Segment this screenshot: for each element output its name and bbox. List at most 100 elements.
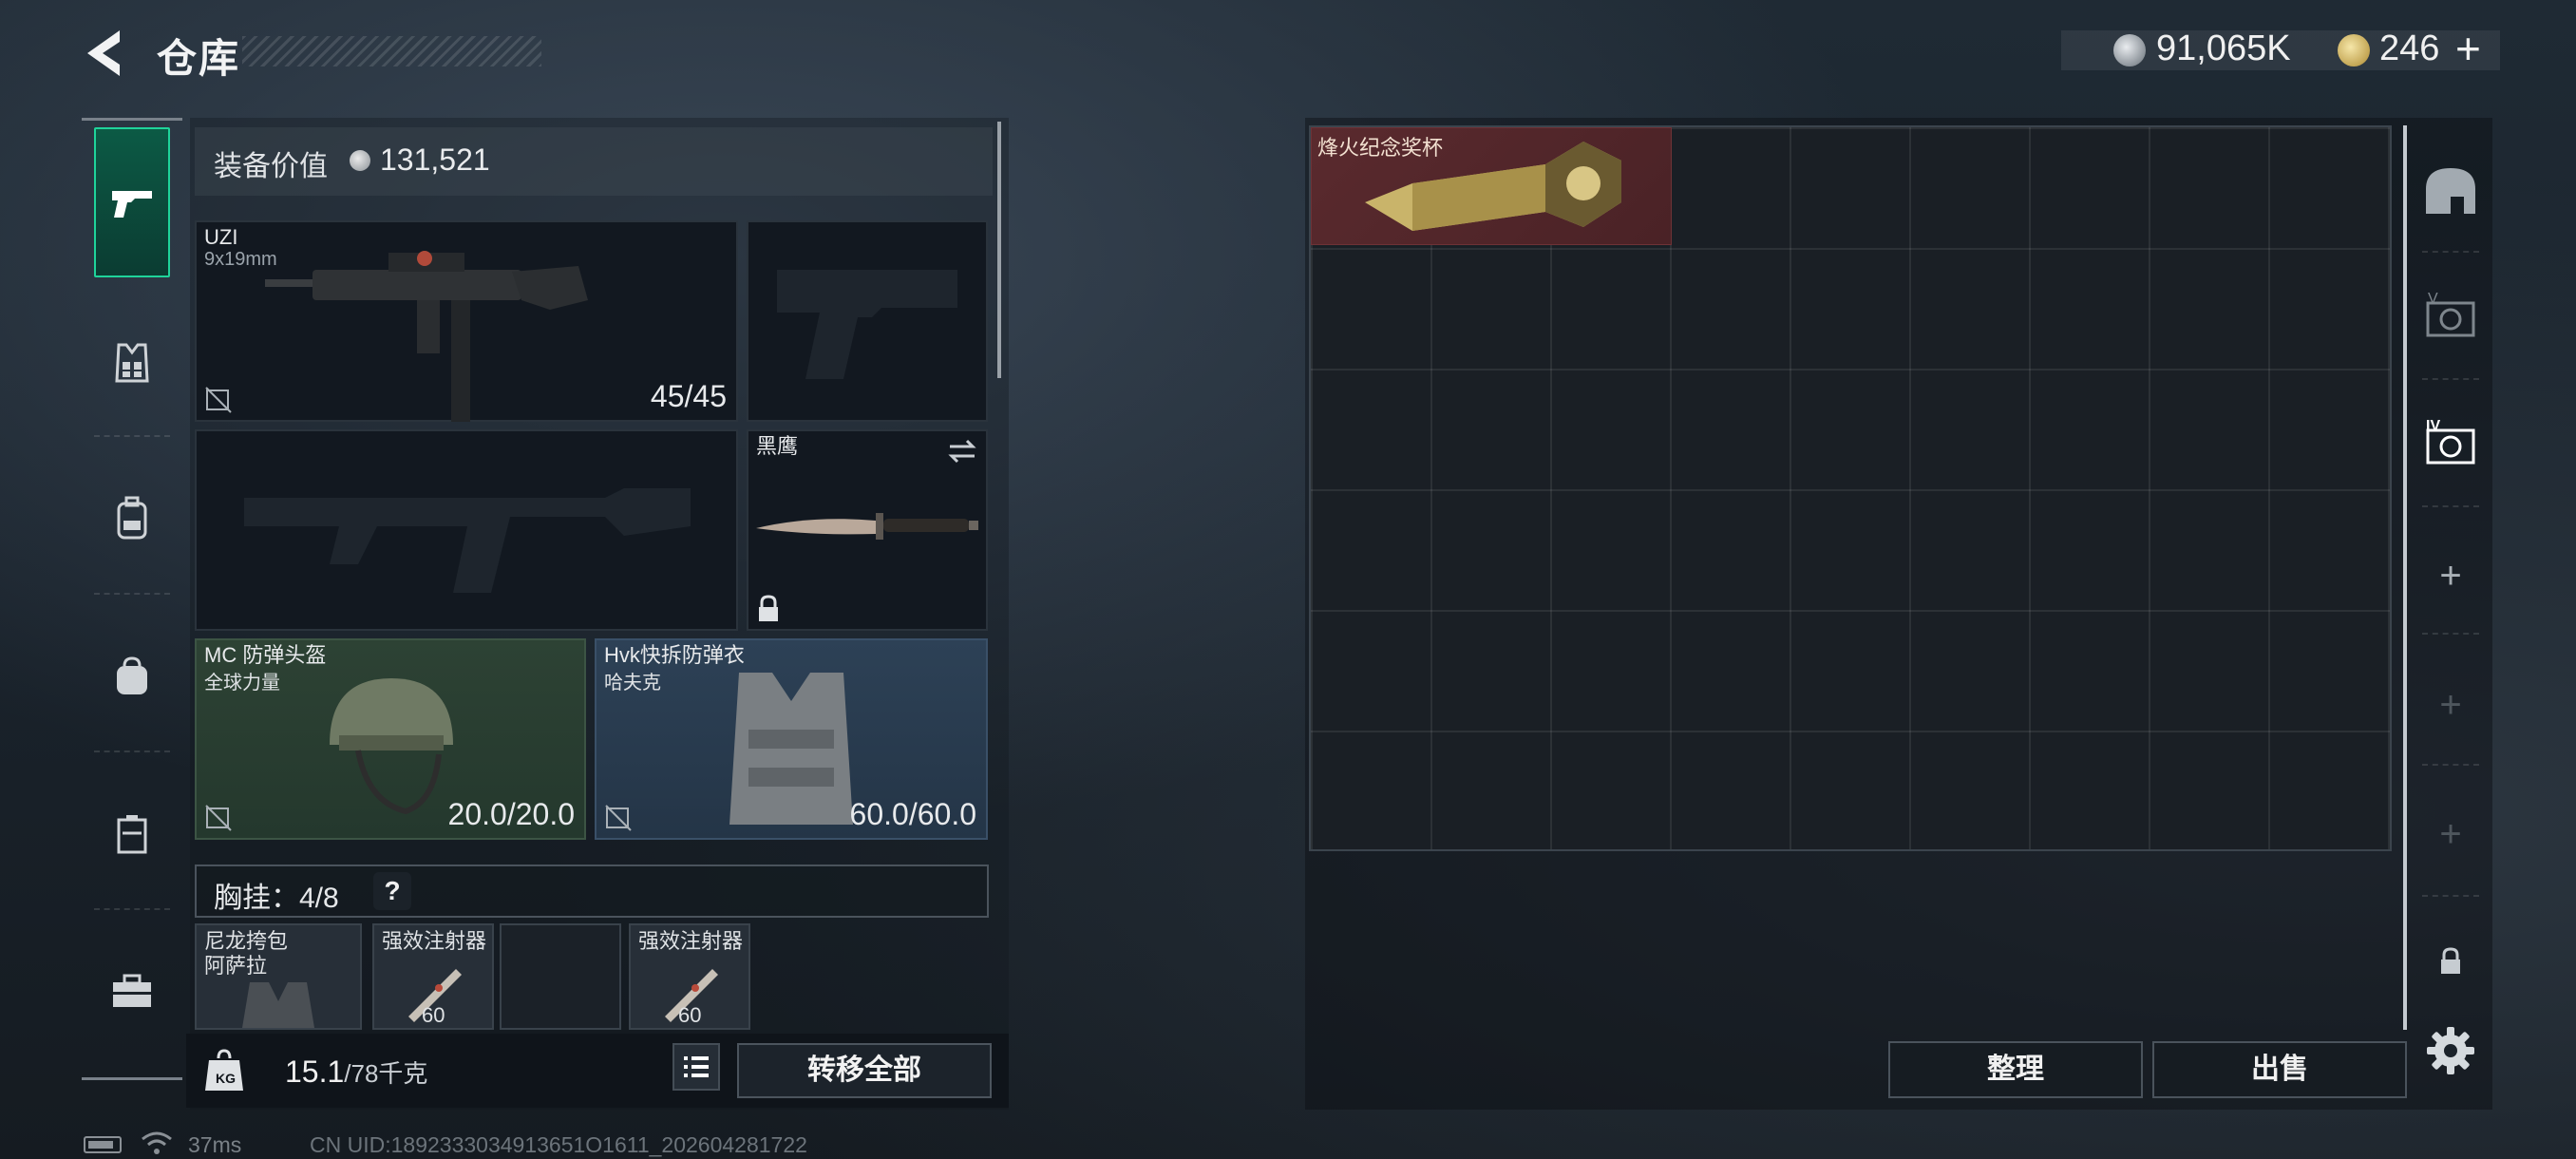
tab-divider: [2422, 251, 2479, 253]
tab-divider: [2422, 895, 2479, 897]
tab-divider: [2422, 378, 2479, 380]
svg-text:V: V: [2428, 292, 2438, 307]
silver-coin-icon: [350, 150, 370, 171]
helmet-brand: 全球力量: [204, 673, 280, 694]
nav-tab-weapons[interactable]: [94, 127, 170, 277]
silver-coin-icon: [2113, 34, 2146, 66]
weight-current: 15.1: [285, 1054, 345, 1089]
add-stash-button[interactable]: +: [2432, 557, 2470, 595]
pouch-slot-1[interactable]: 尼龙挎包 阿萨拉: [195, 923, 362, 1030]
chest-rig-label: 胸挂：4/8: [214, 883, 339, 914]
stash-v-icon: V: [2426, 292, 2475, 337]
armor-durability: 60.0/60.0: [849, 797, 976, 831]
transfer-all-button[interactable]: 转移全部: [737, 1043, 992, 1098]
helmet-slot[interactable]: MC 防弹头盔 全球力量 20.0/20.0: [195, 638, 586, 840]
lock-icon: [759, 595, 778, 621]
pouch-slot-empty[interactable]: [500, 923, 621, 1030]
uzi-gun-icon: [265, 251, 588, 422]
tab-divider: [2422, 505, 2479, 507]
nav-top-line: [82, 118, 182, 121]
chest-rig-capacity: 4/8: [299, 883, 339, 914]
armor-slot[interactable]: Hvk快拆防弹衣 哈夫克 60.0/60.0: [595, 638, 988, 840]
pouch-name: 尼龙挎包: [204, 929, 289, 953]
weight-max: /78千克: [344, 1059, 428, 1088]
ping-text: 37ms: [188, 1132, 242, 1157]
back-button[interactable]: [82, 27, 129, 80]
no-insure-icon: [205, 387, 232, 413]
helmet-icon: [330, 678, 453, 815]
weight-text: 15.1/78千克: [285, 1054, 427, 1090]
toolbox-icon: [113, 974, 151, 1007]
rifle-silhouette-icon: [244, 488, 691, 593]
nav-tab-toolbox[interactable]: [94, 954, 170, 1030]
gear-icon: [2427, 1027, 2474, 1074]
pistol-slot-empty[interactable]: [747, 220, 988, 422]
item-count: 60: [678, 1003, 702, 1027]
weapon-name: UZI: [204, 225, 238, 249]
page-title: 仓库: [157, 36, 241, 81]
case-icon: [117, 815, 147, 854]
no-insure-icon: [605, 805, 632, 831]
nav-bottom-line: [82, 1077, 182, 1080]
knife-icon: [756, 513, 978, 540]
sell-button[interactable]: 出售: [2152, 1041, 2407, 1098]
list-view-button[interactable]: [672, 1043, 720, 1091]
gold-coin-icon: [2338, 34, 2370, 66]
vest-icon: [115, 343, 149, 383]
weight-icon: KG: [205, 1049, 243, 1091]
nav-tab-bag[interactable]: [94, 638, 170, 714]
svg-text:IV: IV: [2426, 419, 2440, 434]
melee-name: 黑鹰: [756, 434, 799, 458]
pouch-slot-2[interactable]: 强效注射器 60: [372, 923, 494, 1030]
secondary-weapon-slot-empty[interactable]: [195, 429, 738, 631]
no-insure-icon: [205, 805, 232, 831]
help-button[interactable]: ?: [373, 872, 411, 910]
sort-button[interactable]: 整理: [1888, 1041, 2143, 1098]
add-currency-button[interactable]: +: [2455, 23, 2481, 74]
settings-button[interactable]: [2424, 1024, 2477, 1077]
vault-icon: [2426, 168, 2475, 214]
list-icon: [684, 1056, 709, 1077]
item-name: 强效注射器: [638, 929, 744, 953]
add-stash-button-disabled: +: [2439, 813, 2462, 855]
stash-tab-vault[interactable]: [2417, 158, 2484, 224]
pistol-icon: [112, 191, 152, 218]
currency-primary: 91,065K: [2156, 28, 2291, 68]
nav-divider: [94, 435, 170, 437]
nav-tab-backpack[interactable]: [94, 481, 170, 557]
currency-secondary: 246: [2379, 28, 2440, 68]
item-name: 强效注射器: [382, 929, 487, 953]
trophy-name: 烽火纪念奖杯: [1317, 136, 1444, 160]
svg-text:KG: KG: [216, 1071, 236, 1086]
helmet-durability: 20.0/20.0: [447, 797, 575, 831]
nav-divider: [94, 593, 170, 595]
pouch-slot-4[interactable]: 强效注射器 60: [629, 923, 750, 1030]
tab-divider: [2422, 633, 2479, 635]
uid-text: CN UID:1892333034913651O1611_20260428172…: [310, 1132, 807, 1157]
add-stash-button-disabled: +: [2439, 684, 2462, 726]
battery-icon: [84, 1136, 122, 1153]
equipment-value: 131,521: [380, 142, 490, 177]
primary-weapon-slot[interactable]: UZI 9x19mm 45/45: [195, 220, 738, 422]
item-count: 60: [422, 1003, 445, 1027]
loadout-scrollbar[interactable]: [997, 122, 1001, 378]
equipment-value-label: 装备价值: [214, 151, 328, 182]
bag-icon: [117, 656, 147, 694]
stash-tab-5[interactable]: V: [2417, 285, 2484, 352]
stash-scrollbar[interactable]: [2403, 125, 2407, 1030]
title-stripe-decoration: [242, 36, 541, 66]
nav-divider: [94, 750, 170, 752]
backpack-icon: [117, 496, 147, 540]
swap-icon[interactable]: [946, 437, 978, 466]
nav-tab-case[interactable]: [94, 796, 170, 872]
wifi-icon: [142, 1131, 172, 1154]
nav-tab-vest[interactable]: [94, 325, 170, 401]
back-arrow-icon: [87, 30, 120, 76]
lock-icon: [2441, 947, 2460, 974]
nav-divider: [94, 908, 170, 910]
tab-divider: [2422, 764, 2479, 766]
melee-slot[interactable]: 黑鹰: [747, 429, 988, 631]
stash-tab-4[interactable]: IV: [2417, 412, 2484, 479]
ammo-count: 45/45: [650, 379, 727, 413]
stash-iv-icon: IV: [2426, 419, 2475, 465]
